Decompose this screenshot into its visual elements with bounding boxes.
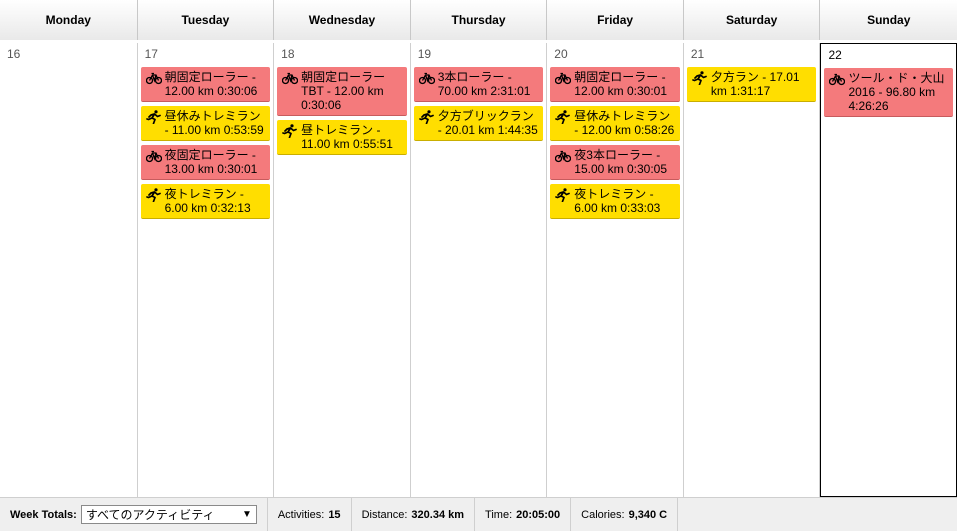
time-label: Time: — [485, 508, 513, 521]
bike-activity-event[interactable]: 朝固定ローラー - 12.00 km 0:30:01 — [550, 67, 680, 102]
bicycle-icon — [281, 71, 299, 85]
date-number: 17 — [144, 47, 158, 61]
runner-icon — [282, 124, 298, 139]
day-cell-wednesday[interactable]: 18 朝固定ローラー TBT - 12.00 km 0:30:06 昼トレミラン … — [274, 43, 411, 497]
activity-summary: 夜固定ローラー - 13.00 km 0:30:01 — [164, 148, 258, 176]
runner-icon — [418, 110, 435, 125]
activity-filter-value: すべてのアクティビティ — [85, 508, 215, 522]
runner-icon — [555, 110, 571, 125]
run-activity-event[interactable]: 昼休みトレミラン - 12.00 km 0:58:26 — [550, 106, 680, 141]
bicycle-icon — [145, 71, 162, 85]
distance-value: 320.34 km — [411, 508, 465, 521]
bicycle-icon — [145, 149, 162, 163]
bike-activity-event[interactable]: 夜3本ローラー - 15.00 km 0:30:05 — [550, 145, 680, 180]
bicycle-icon — [555, 149, 572, 163]
activity-summary: 夜トレミラン - 6.00 km 0:32:13 — [164, 187, 251, 215]
day-header-friday: Friday — [547, 0, 684, 40]
day-header-wednesday: Wednesday — [274, 0, 411, 40]
week-totals-filter: Week Totals: すべてのアクティビティ ▼ — [0, 497, 268, 531]
day-header-tuesday: Tuesday — [137, 0, 275, 40]
day-header-thursday: Thursday — [410, 0, 548, 40]
activity-summary: 昼休みトレミラン - 12.00 km 0:58:26 — [574, 109, 675, 137]
weekday-header: Monday Tuesday Wednesday Thursday Friday… — [0, 0, 957, 40]
bike-activity-event[interactable]: ツール・ド・大山 2016 - 96.80 km 4:26:26 — [824, 68, 954, 117]
day-header-sunday: Sunday — [820, 0, 957, 40]
activity-filter-select[interactable]: すべてのアクティビティ ▼ — [80, 505, 257, 524]
run-activity-event[interactable]: 夕方ラン - 17.01 km 1:31:17 — [686, 67, 817, 102]
activity-summary: ツール・ド・大山 2016 - 96.80 km 4:26:26 — [848, 71, 945, 113]
activity-summary: 3本ローラー - 70.00 km 2:31:01 — [437, 70, 531, 98]
bike-activity-event[interactable]: 夜固定ローラー - 13.00 km 0:30:01 — [140, 145, 271, 180]
day-cell-friday[interactable]: 20 朝固定ローラー - 12.00 km 0:30:01 昼休みトレミラン - … — [547, 43, 684, 497]
date-number: 21 — [690, 47, 705, 61]
activity-summary: 朝固定ローラー TBT - 12.00 km 0:30:06 — [301, 70, 386, 112]
activity-summary: 朝固定ローラー - 12.00 km 0:30:06 — [164, 70, 258, 98]
runner-icon — [555, 188, 571, 203]
run-activity-event[interactable]: 夜トレミラン - 6.00 km 0:32:13 — [140, 184, 271, 219]
time-value: 20:05:00 — [516, 508, 561, 521]
activity-summary: 朝固定ローラー - 12.00 km 0:30:01 — [574, 70, 668, 98]
activities-label: Activities: — [277, 508, 325, 521]
activity-summary: 夕方ブリックラン - 20.01 km 1:44:35 — [437, 109, 538, 137]
activity-summary: 夜トレミラン - 6.00 km 0:33:03 — [574, 187, 661, 215]
calories-total: Calories: 9,340 C — [571, 497, 679, 531]
chevron-down-icon: ▼ — [241, 509, 252, 520]
day-cell-sunday-today[interactable]: 22 ツール・ド・大山 2016 - 96.80 km 4:26:26 — [820, 43, 957, 497]
time-total: Time: 20:05:00 — [475, 497, 572, 531]
activity-summary: 昼休みトレミラン - 11.00 km 0:53:59 — [164, 109, 264, 137]
week-grid: 16 17 朝固定ローラー - 12.00 km 0:30:06 昼休みトレミラン… — [0, 43, 957, 497]
activities-value: 15 — [328, 508, 341, 521]
run-activity-event[interactable]: 昼休みトレミラン - 11.00 km 0:53:59 — [140, 106, 271, 141]
run-activity-event[interactable]: 夜トレミラン - 6.00 km 0:33:03 — [550, 184, 680, 219]
day-header-monday: Monday — [0, 0, 138, 40]
bicycle-icon — [418, 71, 435, 85]
run-activity-event[interactable]: 夕方ブリックラン - 20.01 km 1:44:35 — [413, 106, 544, 141]
day-header-saturday: Saturday — [683, 0, 821, 40]
week-totals-bar: Week Totals: すべてのアクティビティ ▼ Activities: 1… — [0, 497, 957, 531]
week-totals-label: Week Totals: — [10, 508, 77, 521]
bike-activity-event[interactable]: 3本ローラー - 70.00 km 2:31:01 — [413, 67, 544, 102]
day-cell-monday[interactable]: 16 — [0, 43, 138, 497]
date-number: 22 — [828, 48, 842, 62]
date-number: 18 — [281, 47, 295, 61]
day-cell-tuesday[interactable]: 17 朝固定ローラー - 12.00 km 0:30:06 昼休みトレミラン - … — [138, 43, 275, 497]
bike-activity-event[interactable]: 朝固定ローラー TBT - 12.00 km 0:30:06 — [277, 67, 407, 116]
activity-summary: 昼トレミラン - 11.00 km 0:55:51 — [301, 123, 393, 151]
date-number: 20 — [554, 47, 568, 61]
date-number: 16 — [7, 47, 21, 61]
bicycle-icon — [555, 71, 572, 85]
day-cell-thursday[interactable]: 19 3本ローラー - 70.00 km 2:31:01 夕方ブリックラン - 2… — [411, 43, 548, 497]
activity-summary: 夕方ラン - 17.01 km 1:31:17 — [710, 70, 800, 98]
runner-icon — [145, 188, 162, 203]
activity-summary: 夜3本ローラー - 15.00 km 0:30:05 — [574, 148, 668, 176]
runner-icon — [692, 71, 708, 86]
runner-icon — [145, 110, 162, 125]
activities-total: Activities: 15 — [268, 497, 352, 531]
day-cell-saturday[interactable]: 21 夕方ラン - 17.01 km 1:31:17 — [684, 43, 821, 497]
bicycle-icon — [829, 72, 846, 86]
date-number: 19 — [417, 47, 432, 61]
calories-label: Calories: — [581, 508, 625, 521]
run-activity-event[interactable]: 昼トレミラン - 11.00 km 0:55:51 — [277, 120, 407, 155]
calories-value: 9,340 C — [628, 508, 668, 521]
distance-total: Distance: 320.34 km — [352, 497, 476, 531]
distance-label: Distance: — [361, 508, 408, 521]
bike-activity-event[interactable]: 朝固定ローラー - 12.00 km 0:30:06 — [140, 67, 271, 102]
